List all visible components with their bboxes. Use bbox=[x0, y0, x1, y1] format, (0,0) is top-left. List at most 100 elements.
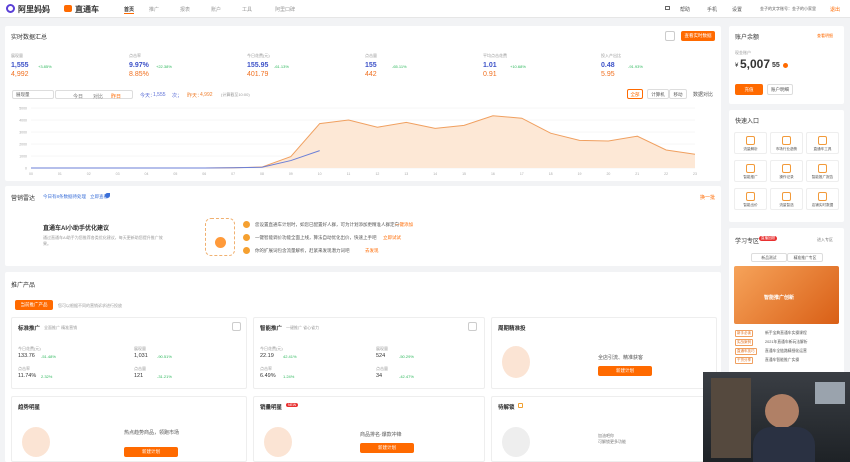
x-tick-label: 21 bbox=[635, 172, 639, 176]
card-trend[interactable]: 趋势明星 热点趋势商品，领跑市场 新建计划 bbox=[11, 396, 247, 462]
y-tick-label: 1000 bbox=[19, 155, 27, 159]
x-tick-label: 03 bbox=[116, 172, 120, 176]
card-standard[interactable]: 标准推广 全面推广 精准营销 今日花费(元) 133.76 -51.48% 展现量 1,… bbox=[11, 317, 247, 389]
learn-banner[interactable]: 智能推广创新 bbox=[734, 266, 839, 324]
quick-item[interactable]: 操作记录 bbox=[770, 160, 803, 182]
quick-title: 快速入口 bbox=[735, 119, 760, 125]
phone-link[interactable]: 手机 bbox=[707, 6, 717, 13]
card-smart[interactable]: 智能推广 一键推广 省心省力 今日花费(元) 22.19 42.41% 展现量 524 -… bbox=[253, 317, 485, 389]
quick-item[interactable]: 流量解析 bbox=[734, 132, 767, 154]
y-tick-label: 3000 bbox=[19, 131, 27, 135]
stat-delta: -90.51% bbox=[157, 354, 172, 359]
logout-link[interactable]: 退出 bbox=[830, 6, 840, 13]
standard-sub: 全面推广 精准营销 bbox=[44, 325, 78, 330]
brand-logo[interactable]: 阿里妈妈 bbox=[18, 4, 50, 15]
x-tick-label: 20 bbox=[606, 172, 610, 176]
stat-delta: -51.48% bbox=[41, 354, 56, 359]
stat-label: 展现量 bbox=[134, 346, 146, 351]
learn-tab-1[interactable]: 新品测试 bbox=[751, 253, 787, 262]
card-sales[interactable]: 销量明星 NEW 商品排名·爆款冲锋 新建计划 bbox=[253, 396, 485, 462]
quick-item-label: 智能推广 bbox=[743, 175, 758, 179]
filter-pc[interactable]: 计算机 bbox=[647, 89, 669, 99]
y-tick-label: 5000 bbox=[19, 107, 27, 111]
metric-label: 投入产出比 bbox=[601, 53, 621, 58]
date-compare[interactable]: 对比 bbox=[93, 93, 103, 100]
locked-illustration-icon bbox=[502, 427, 530, 457]
x-tick-label: 18 bbox=[549, 172, 553, 176]
learn-item[interactable]: 直通车智能推广实操 bbox=[765, 358, 799, 363]
date-today[interactable]: 今日 bbox=[73, 93, 83, 100]
quick-item[interactable]: 市场行业趋势 bbox=[770, 132, 803, 154]
tip-link[interactable]: 去发现 bbox=[365, 248, 379, 254]
smart-gear-icon[interactable] bbox=[468, 322, 477, 331]
refresh-link[interactable]: 换一批 bbox=[700, 194, 715, 201]
learn-tag: 实战案例 bbox=[735, 339, 753, 346]
tip-link[interactable]: 一键添加 bbox=[395, 222, 413, 228]
nav-report[interactable]: 报表 bbox=[180, 6, 190, 13]
metric-delta: +3.85% bbox=[38, 64, 52, 69]
account-detail-button[interactable]: 账户明细 bbox=[767, 84, 793, 95]
tab-current[interactable]: 当前推广产品 bbox=[15, 300, 53, 310]
learn-tab-2[interactable]: 精准推广专区 bbox=[787, 253, 823, 262]
quick-item[interactable]: 智能推广 bbox=[734, 160, 767, 182]
cycle-new-plan[interactable]: 新建计划 bbox=[598, 366, 652, 376]
x-tick-label: 07 bbox=[231, 172, 235, 176]
calc-note: (计算截至10:00) bbox=[221, 92, 250, 97]
trend-new-plan[interactable]: 新建计划 bbox=[124, 447, 178, 457]
quick-item[interactable]: 店铺实时数据 bbox=[806, 188, 839, 210]
y-tick-label: 2000 bbox=[19, 143, 27, 147]
quick-item[interactable]: 智能出价 bbox=[734, 188, 767, 210]
settings-link[interactable]: 设置 bbox=[732, 6, 742, 13]
standard-gear-icon[interactable] bbox=[232, 322, 241, 331]
stat-value: 22.19 bbox=[260, 353, 274, 359]
metric-delta: -65.11% bbox=[392, 64, 407, 69]
nav-promotion[interactable]: 推广 bbox=[149, 6, 159, 13]
tip-link[interactable]: 立即试试 bbox=[383, 235, 401, 241]
quick-item[interactable]: 智能推广报告 bbox=[806, 160, 839, 182]
account-detail-link[interactable]: 查看明细 bbox=[817, 33, 833, 39]
sales-desc: 商品排名·爆款冲锋 bbox=[360, 432, 402, 438]
ztc-logo[interactable]: 直通车 bbox=[75, 4, 99, 15]
sales-new-plan[interactable]: 新建计划 bbox=[360, 443, 414, 453]
nav-tools[interactable]: 工具 bbox=[242, 6, 252, 13]
learn-more[interactable]: 进入专区 bbox=[817, 237, 833, 243]
trend-chart: 5000 4000 3000 2000 1000 000 01 02 03 04 05 06 07 08 0… bbox=[19, 107, 697, 177]
nav-home[interactable]: 首页 bbox=[124, 6, 135, 14]
tab-note: 您可以根据不同的营销诉求进行投放 bbox=[58, 303, 122, 308]
metric-select[interactable]: 展现量 bbox=[12, 90, 54, 99]
learn-item[interactable]: 新手宝典直通车实操课程 bbox=[765, 331, 807, 336]
quick-item[interactable]: 流量智选 bbox=[770, 188, 803, 210]
nav-account[interactable]: 账户 bbox=[211, 6, 221, 13]
stat-label: 点击率 bbox=[260, 366, 272, 371]
realtime-button[interactable]: 查看实时数据 bbox=[681, 31, 715, 41]
metric-value: 1,555 bbox=[11, 62, 29, 69]
stat-label: 点击量 bbox=[134, 366, 146, 371]
compare-label[interactable]: 数据对比 bbox=[693, 91, 713, 98]
x-tick-label: 11 bbox=[347, 172, 351, 176]
date-range[interactable]: 今日 对比 昨日 bbox=[55, 90, 133, 100]
account-name[interactable]: 金子的文字账号：金子的小家里 bbox=[760, 6, 816, 12]
card-cycle[interactable]: 周期精准投 全店引流、精准获客 新建计划 bbox=[491, 317, 717, 389]
recharge-button[interactable]: 充值 bbox=[735, 84, 763, 95]
stat-delta: 42.41% bbox=[283, 354, 297, 359]
learn-item[interactable]: 直通车全链路精细化运营 bbox=[765, 349, 807, 354]
nav-koubei[interactable]: 阿里口碑 bbox=[275, 6, 295, 13]
filter-all[interactable]: 全部 bbox=[627, 89, 643, 99]
quick-item-icon bbox=[818, 164, 827, 173]
trend-title: 趋势明星 bbox=[18, 405, 41, 411]
learn-item[interactable]: 2021年直通车新玩法解析 bbox=[765, 340, 808, 345]
message-icon[interactable] bbox=[665, 6, 670, 10]
help-link[interactable]: 帮助 bbox=[680, 6, 690, 13]
alimama-logo-icon bbox=[6, 4, 15, 13]
trend-illustration-icon bbox=[22, 427, 50, 457]
locked-title: 待解锁 bbox=[498, 405, 515, 411]
quick-item[interactable]: 直通车工具 bbox=[806, 132, 839, 154]
cycle-illustration-icon bbox=[502, 346, 530, 378]
filter-mobile[interactable]: 移动 bbox=[669, 89, 687, 99]
metric-compare-value: 8.85% bbox=[129, 71, 149, 78]
overview-settings-icon[interactable] bbox=[665, 31, 675, 41]
lock-icon bbox=[518, 403, 523, 408]
y-tick-label: 4000 bbox=[19, 119, 27, 123]
date-yesterday[interactable]: 昨日 bbox=[111, 93, 121, 100]
ai-desc: 通过直通车AI助手为您推荐各类优化建议，每天更新助您提升推广效果。 bbox=[43, 235, 163, 246]
